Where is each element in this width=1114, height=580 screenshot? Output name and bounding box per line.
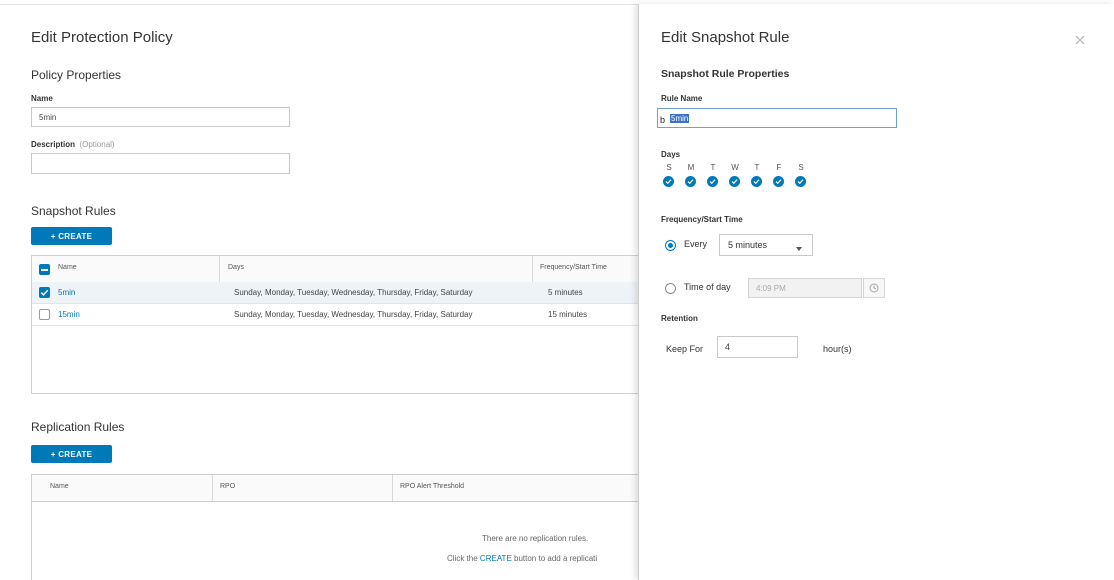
column-header-rpo[interactable]: RPO xyxy=(220,483,235,490)
time-of-day-label: Time of day xyxy=(684,282,731,292)
empty-state-hint: Click the CREATE button to add a replica… xyxy=(447,554,598,563)
column-header-days[interactable]: Days xyxy=(228,264,244,271)
create-snapshot-rule-button[interactable]: + CREATE xyxy=(31,227,112,245)
day-letter: S xyxy=(798,163,804,172)
replication-rules-heading: Replication Rules xyxy=(31,420,125,434)
day-checkbox-tuesday[interactable] xyxy=(707,176,718,187)
rule-name-value: 5min xyxy=(670,113,690,123)
row-checkbox[interactable] xyxy=(39,309,50,320)
column-header-frequency[interactable]: Frequency/Start Time xyxy=(540,264,607,271)
every-radio[interactable] xyxy=(665,240,676,251)
keep-for-value: 4 xyxy=(725,342,731,352)
keep-for-input[interactable]: 4 xyxy=(717,336,798,358)
time-of-day-input[interactable]: 4:09 PM xyxy=(748,278,862,298)
rule-frequency: 5 minutes xyxy=(548,288,583,297)
every-select[interactable]: 5 minutes xyxy=(719,234,813,256)
close-icon[interactable] xyxy=(1075,32,1085,45)
snapshot-rule-properties-heading: Snapshot Rule Properties xyxy=(661,68,790,80)
table-row[interactable]: 15min Sunday, Monday, Tuesday, Wednesday… xyxy=(32,304,640,326)
create-replication-rule-button[interactable]: + CREATE xyxy=(31,445,112,463)
description-label: Description (Optional) xyxy=(31,140,115,149)
panel-title: Edit Snapshot Rule xyxy=(661,29,790,46)
rule-name-link[interactable]: 5min xyxy=(58,282,75,303)
rule-name-link[interactable]: 15min xyxy=(58,304,80,325)
keep-for-label: Keep For xyxy=(666,344,704,354)
every-select-value: 5 minutes xyxy=(728,240,768,250)
day-checkbox-wednesday[interactable] xyxy=(729,176,740,187)
rule-name-input[interactable]: b 5min xyxy=(657,108,897,128)
day-checkbox-thursday[interactable] xyxy=(751,176,762,187)
policy-properties-heading: Policy Properties xyxy=(31,68,122,82)
day-letter: F xyxy=(776,163,782,172)
day-letter: T xyxy=(754,163,760,172)
rule-frequency: 15 minutes xyxy=(548,310,588,319)
caret-down-icon xyxy=(796,243,802,253)
day-checkbox-saturday[interactable] xyxy=(795,176,806,187)
rule-days: Sunday, Monday, Tuesday, Wednesday, Thur… xyxy=(234,310,473,319)
hours-unit-label: hour(s) xyxy=(823,344,852,354)
rule-name-label: Rule Name xyxy=(661,94,703,103)
table-row[interactable]: 5min Sunday, Monday, Tuesday, Wednesday,… xyxy=(32,282,640,304)
every-label: Every xyxy=(684,239,708,249)
day-letter: S xyxy=(666,163,672,172)
replication-rules-grid: Name RPO RPO Alert Threshold There are n… xyxy=(31,474,641,580)
days-label: Days xyxy=(661,150,681,159)
snapshot-rules-heading: Snapshot Rules xyxy=(31,204,116,218)
time-of-day-value: 4:09 PM xyxy=(756,283,786,293)
text-cursor-icon: b xyxy=(660,115,666,125)
clock-icon[interactable] xyxy=(863,278,885,298)
day-letter: W xyxy=(731,163,739,172)
create-link[interactable]: CREATE xyxy=(480,554,512,563)
day-letter: T xyxy=(710,163,716,172)
row-checkbox[interactable] xyxy=(39,287,50,298)
grid-header: Name RPO RPO Alert Threshold xyxy=(32,475,640,502)
retention-label: Retention xyxy=(661,314,698,323)
day-letter: M xyxy=(687,163,695,172)
day-checkbox-sunday[interactable] xyxy=(663,176,674,187)
page-title: Edit Protection Policy xyxy=(31,29,173,46)
snapshot-rules-grid: Name Days Frequency/Start Time 5min Sund… xyxy=(31,255,641,394)
time-of-day-radio[interactable] xyxy=(665,283,676,294)
column-header-rpo-alert[interactable]: RPO Alert Threshold xyxy=(400,483,464,490)
grid-header: Name Days Frequency/Start Time xyxy=(32,256,640,283)
column-header-name[interactable]: Name xyxy=(50,483,69,490)
day-checkbox-friday[interactable] xyxy=(773,176,784,187)
description-input[interactable] xyxy=(31,153,290,174)
empty-state-text: There are no replication rules. xyxy=(482,534,589,543)
select-all-checkbox[interactable] xyxy=(39,264,50,275)
day-checkbox-monday[interactable] xyxy=(685,176,696,187)
name-label: Name xyxy=(31,94,53,103)
policy-name-value: 5min xyxy=(39,112,57,122)
frequency-label: Frequency/Start Time xyxy=(661,215,743,224)
policy-name-input[interactable]: 5min xyxy=(31,107,290,127)
column-header-name[interactable]: Name xyxy=(58,264,77,271)
edit-snapshot-rule-panel: Edit Snapshot Rule Snapshot Rule Propert… xyxy=(638,4,1114,580)
rule-days: Sunday, Monday, Tuesday, Wednesday, Thur… xyxy=(234,288,473,297)
